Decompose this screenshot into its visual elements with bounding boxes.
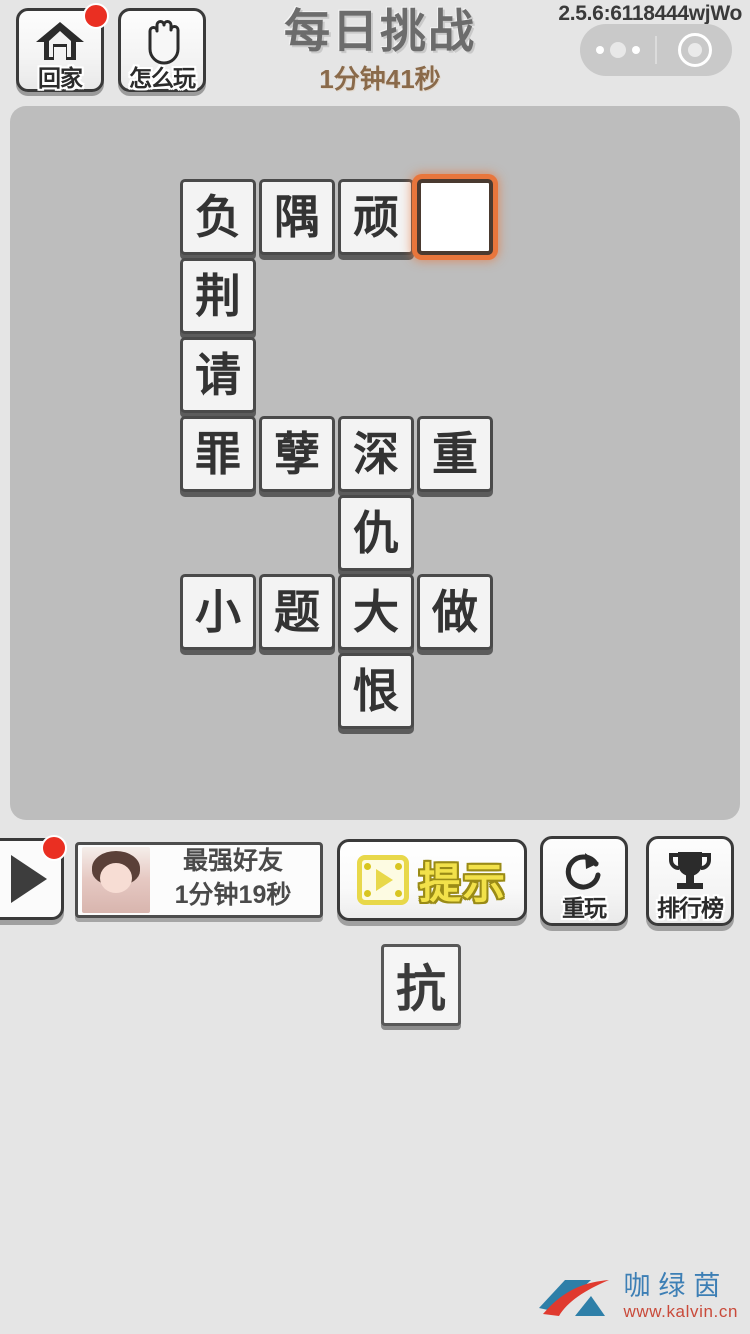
board-tile[interactable]: 恨 — [338, 653, 414, 729]
replay-button[interactable]: 重玩 — [540, 836, 628, 926]
game-board[interactable]: 负隅顽荆请罪孽深重仇小题大做恨 — [10, 106, 740, 820]
board-tile[interactable]: 负 — [180, 179, 256, 255]
watermark: 咖绿茵 www.kalvin.cn — [535, 1273, 738, 1320]
board-tile[interactable]: 隅 — [259, 179, 335, 255]
board-tile[interactable]: 孽 — [259, 416, 335, 492]
howto-button[interactable]: 怎么玩 — [118, 8, 206, 92]
target-circle-icon[interactable] — [657, 33, 732, 67]
board-slot-empty[interactable] — [417, 179, 493, 255]
header-bar: 回家 怎么玩 每日挑战 1分钟41秒 2.5.6:6118444wjWo — [0, 0, 750, 106]
leaderboard-button[interactable]: 排行榜 — [646, 836, 734, 926]
replay-button-label: 重玩 — [562, 895, 607, 921]
hint-button-label: 提示 — [418, 859, 507, 907]
elapsed-timer: 1分钟41秒 — [319, 64, 441, 94]
home-button-label: 回家 — [38, 65, 83, 91]
watermark-url: www.kalvin.cn — [623, 1302, 738, 1321]
dragged-tile[interactable]: 抗 — [381, 944, 461, 1026]
friend-time: 1分钟19秒 — [174, 881, 292, 909]
leaderboard-button-label: 排行榜 — [657, 895, 724, 921]
play-badge-dot — [41, 835, 67, 861]
play-button[interactable] — [0, 835, 67, 920]
title-block: 每日挑战 1分钟41秒 — [235, 4, 525, 96]
board-tile[interactable]: 请 — [180, 337, 256, 413]
board-tile[interactable]: 重 — [417, 416, 493, 492]
page-title: 每日挑战 — [284, 5, 476, 57]
board-tile[interactable]: 顽 — [338, 179, 414, 255]
watermark-name: 咖绿茵 — [623, 1271, 729, 1301]
kalvin-logo-icon — [535, 1274, 613, 1320]
home-badge-dot — [83, 3, 109, 29]
hint-button[interactable]: 提示 — [337, 839, 527, 921]
avatar — [82, 847, 150, 913]
bottom-toolbar: 最强好友 1分钟19秒 提示 重玩 排行榜 — [0, 835, 750, 940]
watermark-text: 咖绿茵 www.kalvin.cn — [623, 1271, 738, 1321]
board-tile[interactable]: 深 — [338, 416, 414, 492]
hand-icon — [121, 17, 203, 65]
video-ad-icon — [356, 855, 409, 905]
board-tile[interactable]: 小 — [180, 574, 256, 650]
board-tile[interactable]: 仇 — [338, 495, 414, 571]
more-dots-icon[interactable] — [580, 42, 655, 58]
board-tile[interactable]: 做 — [417, 574, 493, 650]
version-label: 2.5.6:6118444wjWo — [558, 2, 742, 25]
howto-button-label: 怎么玩 — [129, 65, 196, 91]
board-tile[interactable]: 罪 — [180, 416, 256, 492]
app-root: 回家 怎么玩 每日挑战 1分钟41秒 2.5.6:6118444wjWo 负隅顽… — [0, 0, 750, 1334]
board-tile[interactable]: 题 — [259, 574, 335, 650]
board-tile[interactable]: 荆 — [180, 258, 256, 334]
friend-info: 最强好友 1分钟19秒 — [150, 846, 316, 914]
board-tile[interactable]: 大 — [338, 574, 414, 650]
wechat-capsule[interactable] — [580, 24, 732, 76]
play-triangle-icon — [11, 855, 47, 903]
home-button[interactable]: 回家 — [16, 3, 109, 92]
friend-title: 最强好友 — [182, 847, 283, 875]
best-friend-card[interactable]: 最强好友 1分钟19秒 — [75, 842, 323, 918]
